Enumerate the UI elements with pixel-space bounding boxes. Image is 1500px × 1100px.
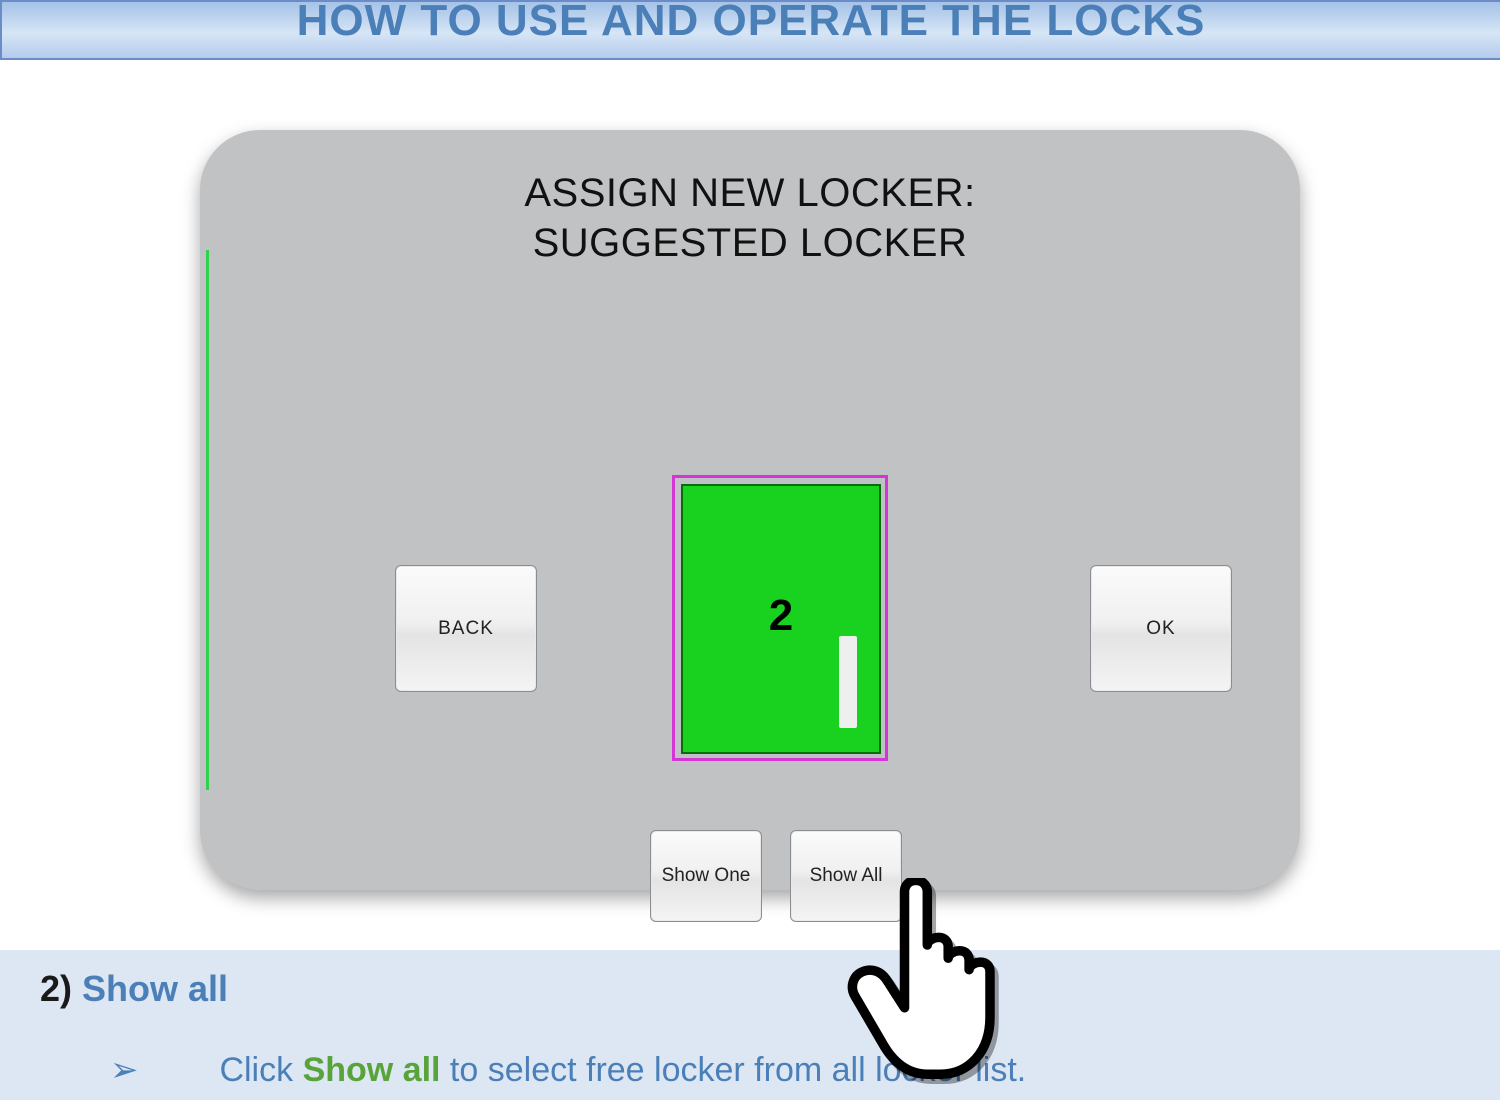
bullet-arrow-icon: ➢ (110, 1050, 210, 1090)
bullet-text-pre: Click (219, 1051, 302, 1089)
back-button[interactable]: BACK (395, 565, 537, 692)
page-title: HOW TO USE AND OPERATE THE LOCKS (297, 0, 1206, 45)
kiosk-panel: ASSIGN NEW LOCKER: SUGGESTED LOCKER BACK… (200, 130, 1300, 890)
instruction-bullet: ➢ Click Show all to select free locker f… (110, 1050, 1460, 1090)
ok-button[interactable]: OK (1090, 565, 1232, 692)
step-index: 2) (40, 968, 72, 1009)
bullet-keyword: Show all (303, 1051, 441, 1089)
panel-left-stripe (206, 250, 209, 790)
suggested-locker-frame: 2 (672, 475, 888, 761)
step-topic: Show all (82, 968, 228, 1009)
ok-button-label: OK (1146, 618, 1175, 640)
show-one-button[interactable]: Show One (650, 830, 762, 922)
show-one-button-label: Show One (662, 865, 751, 887)
page-header: HOW TO USE AND OPERATE THE LOCKS (0, 0, 1500, 60)
panel-title-line1: ASSIGN NEW LOCKER: (524, 171, 975, 215)
step-heading: 2) Show all (40, 968, 1460, 1010)
panel-title-line2: SUGGESTED LOCKER (533, 221, 968, 265)
kiosk-screenshot: ASSIGN NEW LOCKER: SUGGESTED LOCKER BACK… (200, 130, 1300, 890)
back-button-label: BACK (438, 618, 494, 640)
suggested-locker[interactable]: 2 (681, 484, 881, 754)
panel-title: ASSIGN NEW LOCKER: SUGGESTED LOCKER (200, 130, 1300, 268)
locker-handle-icon (839, 636, 857, 728)
bullet-text-post: to select free locker from all locker li… (440, 1051, 1026, 1089)
show-all-button-label: Show All (810, 865, 883, 887)
suggested-locker-number: 2 (683, 591, 879, 641)
instruction-block: 2) Show all ➢ Click Show all to select f… (0, 950, 1500, 1100)
show-all-button[interactable]: Show All (790, 830, 902, 922)
